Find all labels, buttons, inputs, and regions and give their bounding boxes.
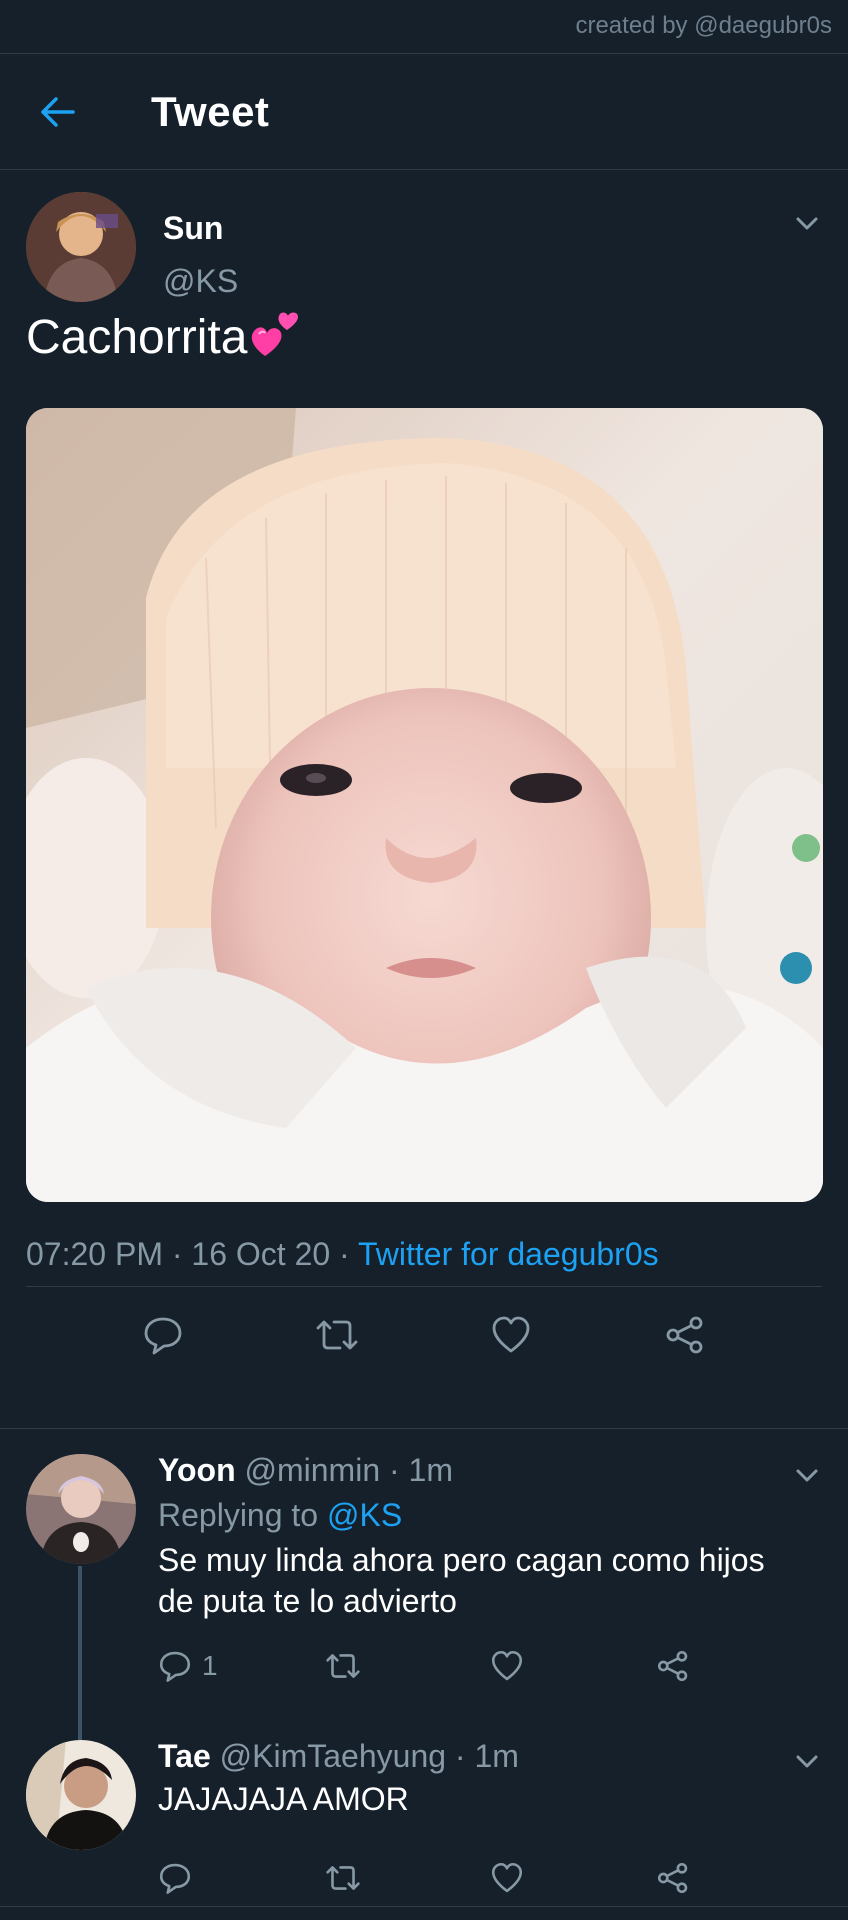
chevron-down-icon[interactable] bbox=[792, 208, 822, 238]
reply-header: Tae @KimTaehyung · 1m bbox=[158, 1738, 822, 1775]
reply-button[interactable]: 1 bbox=[158, 1649, 324, 1683]
tweet-date: 16 Oct 20 bbox=[191, 1236, 331, 1272]
reply-text-line: Se muy linda ahora pero cagan como hijos bbox=[158, 1542, 765, 1578]
baby-photo bbox=[26, 408, 823, 1202]
reply-author-name[interactable]: Yoon bbox=[158, 1452, 236, 1488]
reply-button[interactable] bbox=[139, 1311, 187, 1359]
divider bbox=[0, 1906, 848, 1907]
share-button[interactable] bbox=[661, 1311, 709, 1359]
reply-icon bbox=[159, 1863, 191, 1894]
avatar[interactable] bbox=[26, 1454, 136, 1564]
main-tweet: Sun @KS Cachorrita 07:20 PM · 16 Oct 20 … bbox=[0, 170, 848, 1383]
avatar[interactable] bbox=[26, 1740, 136, 1850]
share-icon bbox=[657, 1650, 688, 1682]
reply-time: 1m bbox=[408, 1452, 453, 1488]
retweet-button[interactable] bbox=[313, 1311, 361, 1359]
reply-count: 1 bbox=[202, 1650, 218, 1681]
tweet-meta: 07:20 PM · 16 Oct 20 · Twitter for daegu… bbox=[26, 1236, 822, 1286]
retweet-icon bbox=[316, 1320, 358, 1350]
arrow-left-icon bbox=[41, 96, 75, 127]
author-handle[interactable]: @KS bbox=[163, 263, 238, 300]
top-bar: Tweet bbox=[0, 54, 848, 170]
reply-author-handle[interactable]: @KimTaehyung bbox=[220, 1738, 446, 1774]
tweet-text-content: Cachorrita bbox=[26, 311, 248, 364]
reply-body: Tae @KimTaehyung · 1m JAJAJAJA AMOR bbox=[158, 1738, 822, 1908]
credit-bar: created by @daegubr0s bbox=[0, 0, 848, 54]
like-button[interactable] bbox=[490, 1861, 656, 1895]
reply-icon bbox=[159, 1651, 191, 1682]
reply-item[interactable]: Yoon @minmin · 1m Replying to @KS Se muy… bbox=[0, 1452, 848, 1696]
reply-header: Yoon @minmin · 1m bbox=[158, 1452, 822, 1489]
reply-button[interactable] bbox=[158, 1861, 324, 1895]
author-name[interactable]: Sun bbox=[163, 210, 238, 247]
replying-to-handle[interactable]: @KS bbox=[327, 1497, 402, 1533]
reply-actions bbox=[158, 1848, 822, 1908]
meta-separator: · bbox=[339, 1236, 359, 1272]
replying-to: Replying to @KS bbox=[158, 1497, 822, 1534]
reply-body: Yoon @minmin · 1m Replying to @KS Se muy… bbox=[158, 1452, 822, 1696]
tweet-text: Cachorrita bbox=[26, 310, 822, 408]
reply-item[interactable]: Tae @KimTaehyung · 1m JAJAJAJA AMOR bbox=[0, 1738, 848, 1908]
divider bbox=[0, 1428, 848, 1429]
heart-icon bbox=[491, 1862, 523, 1893]
retweet-icon bbox=[326, 1654, 360, 1678]
avatar-image bbox=[26, 1740, 136, 1850]
share-icon bbox=[666, 1316, 703, 1354]
tweet-author-row: Sun @KS bbox=[26, 170, 822, 306]
credit-text: created by @daegubr0s bbox=[575, 12, 832, 39]
reply-text-line: de puta te lo advierto bbox=[158, 1583, 457, 1619]
tweet-time: 07:20 PM bbox=[26, 1236, 163, 1272]
author-names: Sun @KS bbox=[163, 192, 238, 300]
tweet-actions bbox=[26, 1287, 822, 1383]
reply-author-handle[interactable]: @minmin bbox=[245, 1452, 381, 1488]
back-button[interactable] bbox=[27, 81, 89, 143]
heart-icon bbox=[492, 1316, 530, 1353]
retweet-button[interactable] bbox=[324, 1861, 490, 1895]
meta-separator: · bbox=[389, 1452, 409, 1488]
tweet-source-link[interactable]: Twitter for daegubr0s bbox=[358, 1236, 659, 1272]
reply-icon bbox=[144, 1317, 182, 1355]
meta-separator: · bbox=[454, 1738, 475, 1774]
reply-actions: 1 bbox=[158, 1636, 822, 1696]
reply-text: JAJAJAJA AMOR bbox=[158, 1779, 822, 1820]
like-button[interactable] bbox=[487, 1311, 535, 1359]
heart-icon bbox=[491, 1650, 523, 1681]
tweet-photo[interactable] bbox=[26, 408, 823, 1202]
share-button[interactable] bbox=[656, 1861, 822, 1895]
like-button[interactable] bbox=[490, 1649, 656, 1683]
meta-separator: · bbox=[171, 1236, 192, 1272]
two-hearts-emoji-icon bbox=[252, 312, 299, 356]
avatar[interactable] bbox=[26, 192, 136, 302]
page-title: Tweet bbox=[151, 87, 270, 135]
reply-text-line: JAJAJAJA AMOR bbox=[158, 1781, 409, 1817]
share-icon bbox=[657, 1862, 688, 1894]
reply-author-name[interactable]: Tae bbox=[158, 1738, 211, 1774]
replying-to-label: Replying to bbox=[158, 1497, 319, 1533]
reply-text: Se muy linda ahora pero cagan como hijos… bbox=[158, 1540, 822, 1622]
share-button[interactable] bbox=[656, 1649, 822, 1683]
reply-time: 1m bbox=[474, 1738, 519, 1774]
retweet-button[interactable] bbox=[324, 1649, 490, 1683]
retweet-icon bbox=[326, 1866, 360, 1890]
avatar-image bbox=[26, 1454, 136, 1564]
avatar-image bbox=[26, 192, 136, 302]
